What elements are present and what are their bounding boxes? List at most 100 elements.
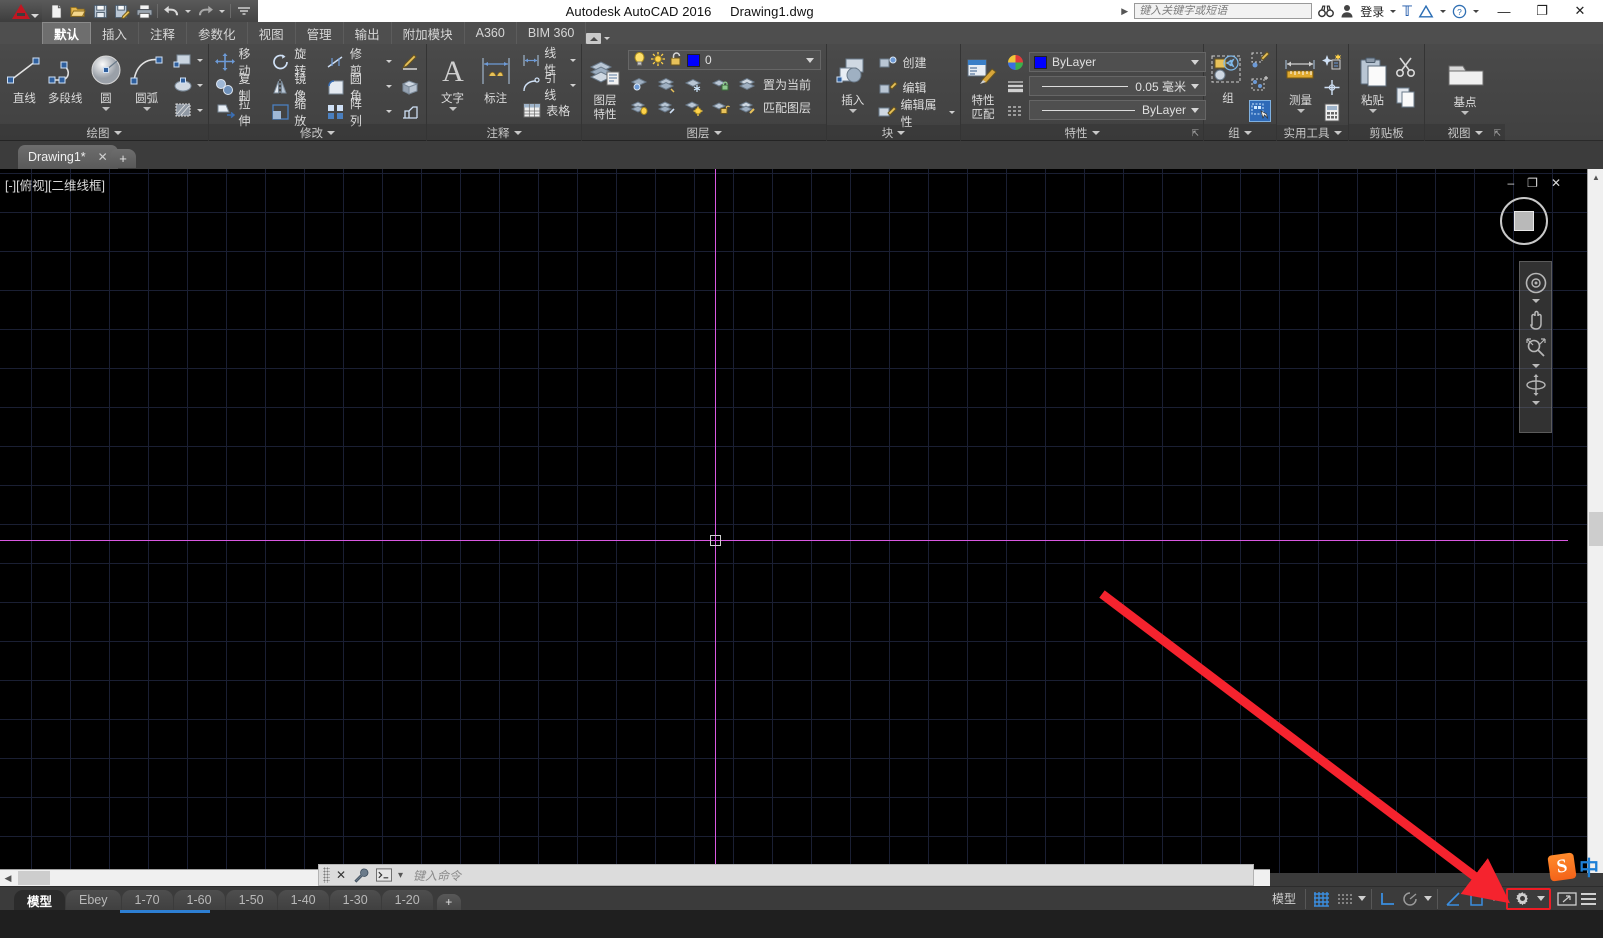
leader-dropdown-icon[interactable] — [570, 84, 576, 87]
tool-edit-attribute[interactable]: 编辑属性 — [877, 98, 955, 129]
ime-mode-label[interactable]: 中 — [1579, 852, 1599, 881]
tool-copy-clip[interactable] — [1393, 82, 1419, 112]
layer-selector[interactable]: 0 — [628, 50, 821, 70]
tool-match-properties-big[interactable]: 特性 匹配 — [966, 50, 1000, 122]
tool-match-properties[interactable] — [399, 49, 421, 74]
tool-paste[interactable]: 粘贴 — [1354, 50, 1391, 113]
orbit-icon[interactable] — [1523, 372, 1549, 398]
ribbon-tab-parametric[interactable]: 参数化 — [187, 22, 248, 44]
layer-match-label[interactable]: 匹配图层 — [763, 99, 811, 116]
snap-dropdown-icon[interactable] — [1358, 896, 1366, 901]
help-icon[interactable]: ? — [1452, 4, 1467, 19]
osnap-icon[interactable] — [1443, 889, 1463, 908]
search-input[interactable]: 键入关键字或短语 — [1134, 3, 1313, 19]
scroll-left-icon[interactable]: ◀ — [0, 873, 16, 884]
search-expand-icon[interactable]: ▶ — [1121, 6, 1128, 17]
chevron-down-icon[interactable] — [1191, 59, 1199, 65]
ribbon-tab-output[interactable]: 输出 — [344, 22, 392, 44]
osnap-dropdown-icon[interactable] — [1490, 896, 1498, 901]
chevron-down-icon[interactable]: ▾ — [398, 870, 403, 881]
drawing-canvas[interactable]: [-][俯视][二维线框] – ❐ ✕ — [0, 169, 1603, 873]
ribbon-tab-annotate[interactable]: 注释 — [139, 22, 188, 44]
panel-title-layers[interactable]: 图层 — [582, 124, 826, 141]
linetype-selector[interactable]: ByLayer — [1029, 100, 1206, 120]
viewport-minimize-button[interactable]: – — [1507, 176, 1514, 190]
layout-tab-model[interactable]: 模型 — [14, 889, 66, 911]
tool-base-point[interactable]: 基点 — [1440, 52, 1490, 115]
tool-measure[interactable]: 测量 — [1282, 50, 1319, 113]
viewport-close-button[interactable]: ✕ — [1551, 176, 1561, 190]
layer-unlock-icon[interactable] — [709, 97, 731, 119]
tool-calculator[interactable] — [1321, 100, 1343, 125]
exchange-app-icon[interactable]: 𝕋 — [1402, 3, 1412, 20]
layout-tab-1-20[interactable]: 1-20 — [381, 889, 433, 911]
tool-line[interactable]: 直线 — [5, 48, 44, 106]
steering-wheel-icon[interactable] — [1523, 270, 1549, 296]
ribbon-tab-bim360[interactable]: BIM 360 — [517, 22, 587, 44]
tool-3d-modify[interactable] — [399, 74, 421, 99]
chevron-down-icon[interactable] — [1191, 107, 1199, 113]
sogou-logo-icon[interactable]: S — [1547, 851, 1577, 882]
sun-icon[interactable] — [651, 51, 665, 69]
tool-ellipse[interactable] — [172, 73, 203, 98]
redo-icon[interactable] — [195, 2, 215, 21]
qat-more-icon[interactable] — [234, 2, 254, 21]
trim-dropdown-icon[interactable] — [386, 60, 393, 63]
minimize-button[interactable]: — — [1485, 0, 1523, 22]
layer-isolate-icon[interactable] — [628, 74, 650, 96]
layout-tab-1-50[interactable]: 1-50 — [225, 889, 277, 911]
tool-quick-select[interactable] — [1321, 50, 1343, 75]
close-icon[interactable]: ✕ — [98, 150, 108, 164]
tool-rectangle[interactable] — [172, 48, 203, 73]
ribbon-tab-insert[interactable]: 插入 — [91, 22, 140, 44]
osnap-tracking-icon[interactable] — [1466, 889, 1486, 908]
new-icon[interactable] — [46, 2, 66, 21]
add-layout-button[interactable]: + — [436, 893, 461, 911]
tool-ungroup[interactable] — [1249, 48, 1271, 73]
tool-group-edit[interactable] — [1249, 73, 1271, 98]
vertical-scrollbar[interactable]: ▲ — [1587, 169, 1603, 873]
open-icon[interactable] — [68, 2, 88, 21]
lightbulb-icon[interactable] — [633, 51, 646, 69]
layer-make-current-label[interactable]: 置为当前 — [763, 76, 811, 93]
steering-wheel-dropdown-icon[interactable] — [1531, 299, 1540, 303]
panel-title-utilities[interactable]: 实用工具 — [1277, 125, 1348, 141]
layer-match-icon[interactable] — [736, 97, 758, 119]
status-bar-customization-gear[interactable] — [1506, 887, 1551, 910]
view-cube[interactable] — [1500, 197, 1548, 245]
layer-off-icon[interactable] — [628, 97, 650, 119]
plot-icon[interactable] — [134, 2, 154, 21]
color-selector[interactable]: ByLayer — [1029, 52, 1206, 72]
model-space-indicator[interactable]: 模型 — [1263, 889, 1305, 909]
tool-explode[interactable] — [399, 99, 421, 124]
layer-turn-all-on-icon[interactable] — [655, 97, 677, 119]
pan-icon[interactable] — [1523, 307, 1549, 333]
tool-stretch[interactable]: 拉伸 — [214, 97, 262, 128]
close-icon[interactable]: ✕ — [334, 868, 348, 882]
ortho-icon[interactable] — [1377, 889, 1397, 908]
insert-block-dropdown-icon[interactable] — [848, 109, 857, 113]
layer-unisolate-icon[interactable] — [655, 74, 677, 96]
polar-icon[interactable] — [1400, 889, 1420, 908]
a360-icon[interactable] — [1418, 4, 1434, 18]
command-input[interactable]: 键入命令 — [407, 867, 1249, 884]
hatch-dropdown-icon[interactable] — [197, 109, 203, 112]
tool-arc-dropdown-icon[interactable] — [142, 107, 151, 111]
panel-dialog-launcher-view[interactable]: ⇱ — [1493, 128, 1501, 139]
lineweight-icon[interactable] — [1004, 75, 1026, 97]
color-wheel-icon[interactable] — [1004, 51, 1026, 73]
login-dropdown-icon[interactable] — [1390, 9, 1397, 13]
vertical-scroll-thumb[interactable] — [1589, 512, 1603, 546]
panel-dialog-launcher-properties[interactable]: ⇱ — [1191, 128, 1199, 139]
save-as-icon[interactable] — [112, 2, 132, 21]
tool-cut[interactable] — [1393, 52, 1419, 82]
panel-title-annotation[interactable]: 注释 — [427, 124, 581, 141]
command-prompt-icon[interactable] — [374, 866, 394, 884]
layer-color-swatch[interactable] — [687, 53, 700, 67]
snap-icon[interactable] — [1334, 889, 1354, 908]
layout-tab-1-40[interactable]: 1-40 — [277, 889, 329, 911]
linear-dim-dropdown-icon[interactable] — [570, 59, 576, 62]
tool-table[interactable]: 表格 — [521, 98, 576, 123]
ribbon-tab-view[interactable]: 视图 — [248, 22, 296, 44]
horizontal-scroll-thumb[interactable] — [18, 871, 50, 885]
